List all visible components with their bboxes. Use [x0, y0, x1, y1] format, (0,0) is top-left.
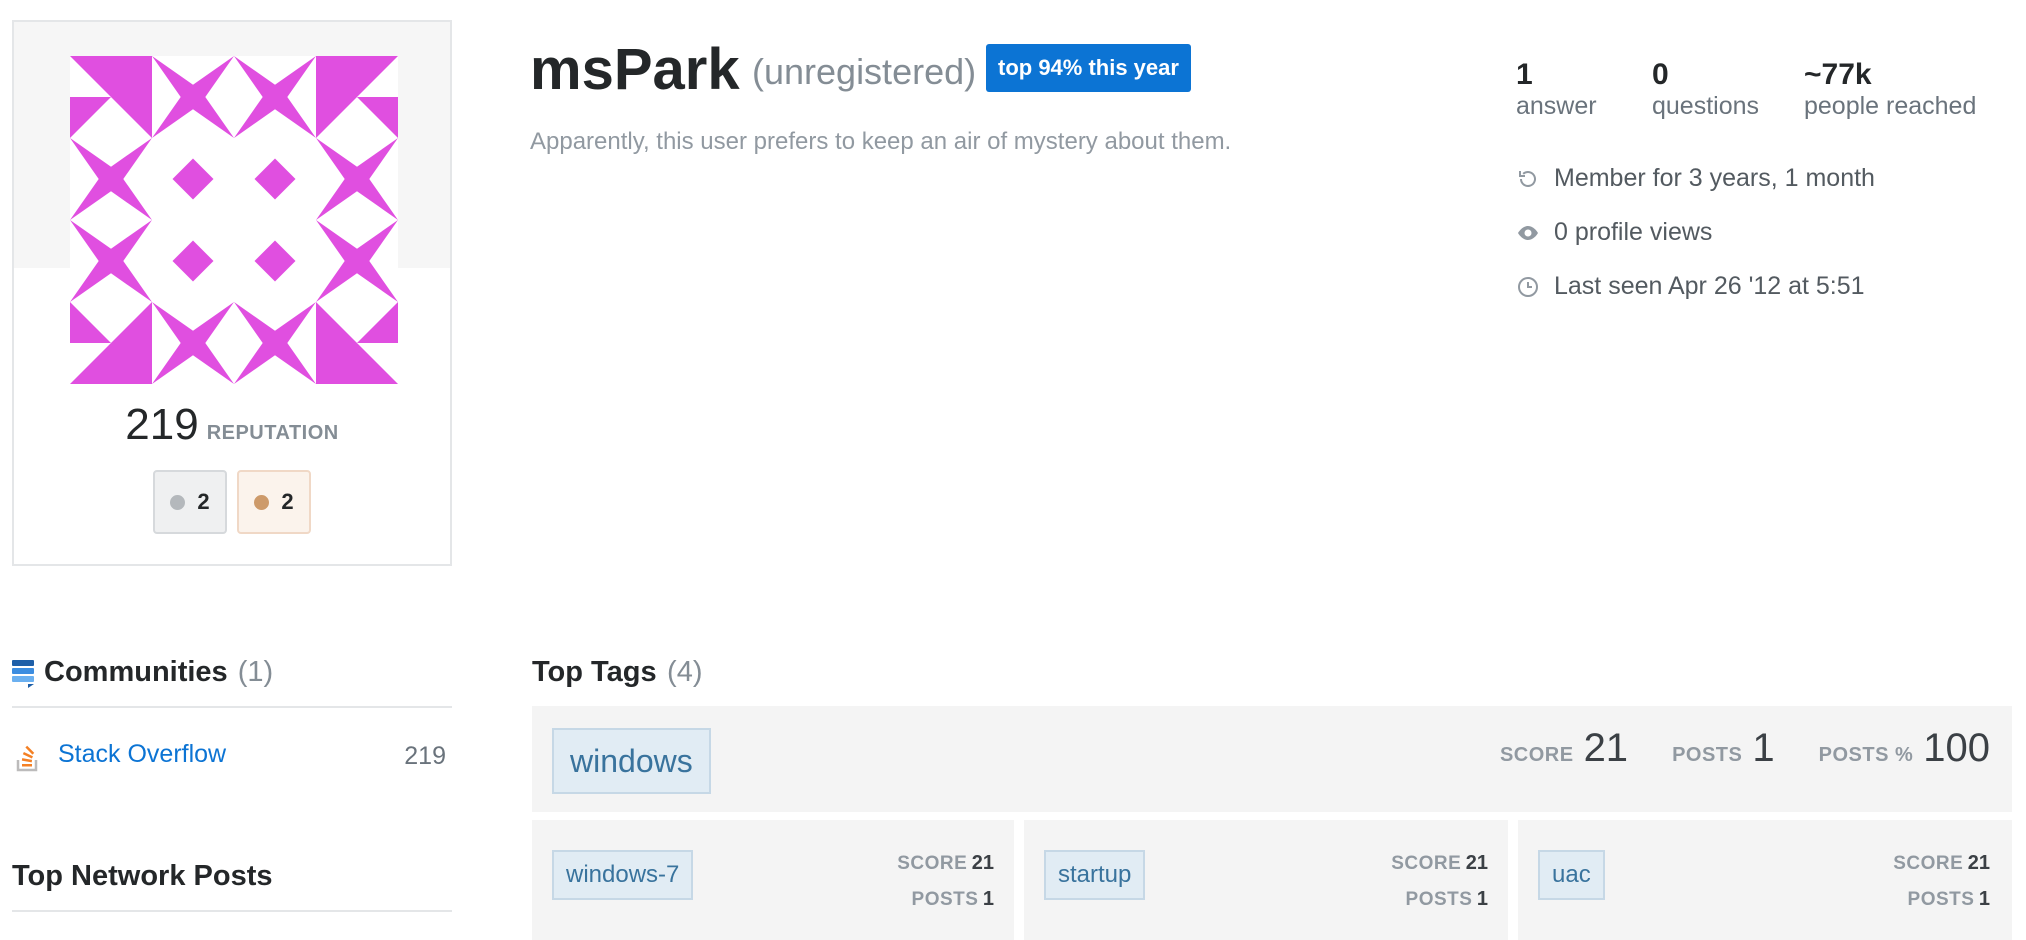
user-card: 219 REPUTATION 2 2	[12, 20, 452, 566]
posts-value: 1	[1476, 888, 1488, 910]
reputation: 219 REPUTATION	[14, 400, 450, 450]
community-link-stack-overflow[interactable]: Stack Overflow	[58, 740, 226, 769]
community-reputation: 219	[404, 742, 446, 770]
profile-views-text: 0 profile views	[1554, 218, 1713, 246]
tag-cell-stats: SCORE 21 POSTS 1	[1893, 846, 1990, 918]
top-network-posts-title: Top Network Posts	[12, 860, 273, 892]
questions-count[interactable]: 0	[1652, 58, 1669, 92]
unregistered-label: (unregistered)	[752, 51, 977, 92]
member-for-text: Member for 3 years, 1 month	[1554, 164, 1875, 192]
tag-windows[interactable]: windows	[552, 728, 711, 794]
score-value: 21	[1583, 726, 1629, 770]
people-reached-count: ~77k	[1804, 58, 1872, 91]
page-title: msPark	[530, 37, 740, 102]
score-label: SCORE	[1499, 744, 1574, 766]
tag-uac[interactable]: uac	[1538, 850, 1605, 900]
last-seen: Last seen Apr 26 '12 at 5:51	[1516, 272, 1865, 301]
reputation-value: 219	[125, 400, 199, 449]
tag-windows-7[interactable]: windows-7	[552, 850, 694, 900]
silver-badge-value: 2	[197, 489, 210, 514]
bronze-badge-icon	[254, 494, 270, 510]
silver-badge-icon	[170, 494, 186, 510]
bronze-badge-value: 2	[281, 489, 294, 514]
tag-stats: SCORE 21 POSTS 1 POSTS % 100	[1500, 726, 1990, 771]
top-tags-heading: Top Tags (4)	[532, 656, 703, 689]
posts-value: 1	[1978, 888, 1990, 910]
communities-heading: Communities (1)	[12, 656, 273, 689]
people-reached-label: people reached	[1804, 92, 1977, 120]
clock-icon	[1518, 276, 1538, 297]
posts-label: POSTS	[1405, 889, 1473, 910]
score-value: 21	[1967, 852, 1990, 874]
divider	[12, 706, 452, 708]
tag-startup[interactable]: startup	[1044, 850, 1146, 900]
questions-label: questions	[1652, 92, 1760, 120]
stackoverflow-icon	[16, 742, 40, 777]
last-seen-text: Last seen Apr 26 '12 at 5:51	[1554, 272, 1865, 300]
identicon-avatar[interactable]	[70, 56, 398, 384]
score-label: SCORE	[1391, 853, 1462, 874]
eye-icon	[1518, 225, 1538, 240]
posts-label: POSTS	[1672, 744, 1743, 766]
posts-percent-label: POSTS %	[1818, 744, 1914, 766]
posts-value: 1	[1752, 726, 1775, 770]
tag-cell: uac SCORE 21 POSTS 1	[1518, 820, 2012, 940]
posts-label: POSTS	[1907, 889, 1975, 910]
posts-percent-value: 100	[1923, 726, 1990, 770]
posts-label: POSTS	[911, 889, 979, 910]
score-value: 21	[1465, 852, 1488, 874]
stack-exchange-icon	[12, 659, 34, 688]
communities-count: (1)	[237, 656, 274, 688]
top-tag-row: windows SCORE 21 POSTS 1 POSTS % 100	[532, 706, 2012, 812]
bronze-badge-count[interactable]: 2	[237, 470, 311, 534]
tag-cell-stats: SCORE 21 POSTS 1	[1391, 846, 1488, 918]
score-value: 21	[971, 852, 994, 874]
tag-cell-stats: SCORE 21 POSTS 1	[897, 846, 994, 918]
answers-label: answer	[1516, 92, 1597, 120]
top-tags-title: Top Tags	[532, 656, 657, 688]
user-bio: Apparently, this user prefers to keep an…	[530, 128, 1232, 155]
divider	[12, 910, 452, 912]
answers-count[interactable]: 1	[1516, 58, 1533, 92]
score-label: SCORE	[897, 853, 968, 874]
tag-cell: startup SCORE 21 POSTS 1	[1024, 820, 1508, 940]
history-icon	[1519, 170, 1536, 187]
reputation-label: REPUTATION	[206, 422, 339, 444]
top-percent-badge[interactable]: top 94% this year	[986, 44, 1191, 92]
communities-title: Communities	[44, 656, 228, 688]
score-label: SCORE	[1893, 853, 1964, 874]
profile-views: 0 profile views	[1516, 218, 1712, 247]
tag-cell: windows-7 SCORE 21 POSTS 1	[532, 820, 1014, 940]
top-tags-count: (4)	[667, 656, 703, 688]
posts-value: 1	[982, 888, 994, 910]
badge-counts: 2 2	[14, 470, 450, 534]
member-for: Member for 3 years, 1 month	[1516, 164, 1875, 193]
silver-badge-count[interactable]: 2	[153, 470, 227, 534]
